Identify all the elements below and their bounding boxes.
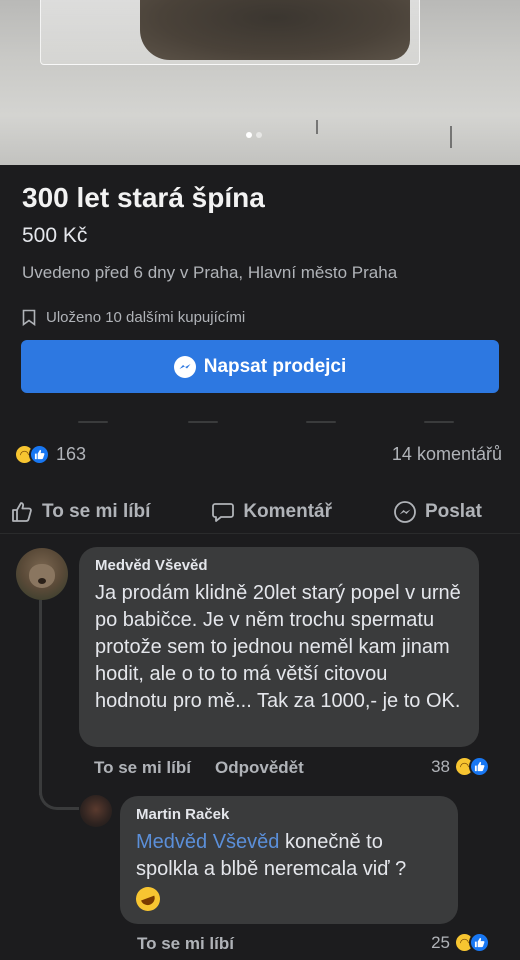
- comment-text: Medvěd Vševěd konečně to spolkla a blbě …: [132, 829, 442, 919]
- reaction-icons: ◠: [454, 756, 490, 777]
- divider-mark: [188, 421, 218, 423]
- photo-detail: [316, 120, 318, 134]
- listing-price: 500 Kč: [22, 224, 88, 247]
- comment-icon: [212, 503, 235, 522]
- comment-like-button[interactable]: To se mi líbí: [94, 758, 191, 778]
- bookmark-icon: [22, 309, 36, 326]
- comment-bubble: Medvěd Vševěd Ja prodám klidně 20let sta…: [79, 547, 479, 747]
- reaction-icons: ◠: [14, 444, 50, 465]
- listing-title: 300 let stará špína: [22, 182, 265, 213]
- avatar-nose: [38, 578, 46, 584]
- comment-author[interactable]: Martin Raček: [136, 806, 442, 823]
- mention-link[interactable]: Medvěd Vševěd: [136, 831, 279, 853]
- divider-mark: [424, 421, 454, 423]
- comment-reply-button[interactable]: Odpovědět: [215, 758, 304, 778]
- share-button[interactable]: Poslat: [393, 494, 482, 530]
- listing-photo[interactable]: [0, 0, 520, 165]
- saved-info: Uloženo 10 dalšími kupujícími: [22, 309, 245, 326]
- comment-text: Ja prodám klidně 20let starý popel v urn…: [95, 582, 461, 712]
- comment-actions: To se mi líbí: [137, 934, 234, 954]
- reply-bubble: Martin Raček Medvěd Vševěd konečně to sp…: [120, 796, 458, 924]
- divider-mark: [78, 421, 108, 423]
- comment-author[interactable]: Medvěd Vševěd: [95, 557, 463, 574]
- section-divider: [0, 533, 520, 534]
- comment-like-button[interactable]: To se mi líbí: [137, 934, 234, 954]
- carousel-dot[interactable]: [256, 132, 262, 138]
- comments-count[interactable]: 14 komentářů: [392, 444, 502, 465]
- comment-actions: To se mi líbí Odpovědět: [94, 758, 304, 778]
- message-seller-button[interactable]: Napsat prodejci: [21, 340, 499, 393]
- carousel-dots[interactable]: [246, 132, 262, 138]
- avatar[interactable]: [80, 795, 112, 827]
- photo-detail: [450, 126, 452, 148]
- comment-reaction-count: 25: [431, 932, 450, 952]
- avatar[interactable]: [16, 548, 68, 600]
- like-reaction-icon: [469, 932, 490, 953]
- rolling-on-floor-laughing-emoji: [132, 883, 164, 915]
- messenger-share-icon: [394, 501, 416, 523]
- share-label: Poslat: [424, 501, 482, 522]
- reactions-summary[interactable]: ◠ 163: [14, 444, 86, 465]
- reactions-count: 163: [56, 444, 87, 464]
- thread-connector: [39, 770, 79, 810]
- reaction-icons: ◠: [454, 932, 490, 953]
- divider-mark: [306, 421, 336, 423]
- thread-line: [39, 600, 42, 795]
- like-reaction-icon: [469, 756, 490, 777]
- carousel-dot-active[interactable]: [246, 132, 252, 138]
- messenger-icon: [173, 355, 196, 378]
- comment-reactions[interactable]: 38 ◠: [431, 756, 490, 777]
- comment-button[interactable]: Komentář: [211, 494, 332, 530]
- thumbs-up-icon: [12, 502, 32, 522]
- photo-dirt: [140, 0, 410, 60]
- comment-reactions[interactable]: 25 ◠: [431, 932, 490, 953]
- comment-reaction-count: 38: [431, 756, 450, 776]
- like-label: To se mi líbí: [42, 501, 151, 522]
- post-actions: To se mi líbí Komentář Poslat: [0, 494, 520, 530]
- like-reaction-icon: [29, 444, 50, 465]
- comment-label: Komentář: [243, 501, 333, 522]
- like-button[interactable]: To se mi líbí: [10, 494, 150, 530]
- listing-location: Uvedeno před 6 dny v Praha, Hlavní město…: [22, 263, 398, 282]
- saved-label: Uloženo 10 dalšími kupujícími: [46, 309, 246, 326]
- message-seller-label: Napsat prodejci: [203, 355, 347, 377]
- avatar-face: [29, 564, 55, 588]
